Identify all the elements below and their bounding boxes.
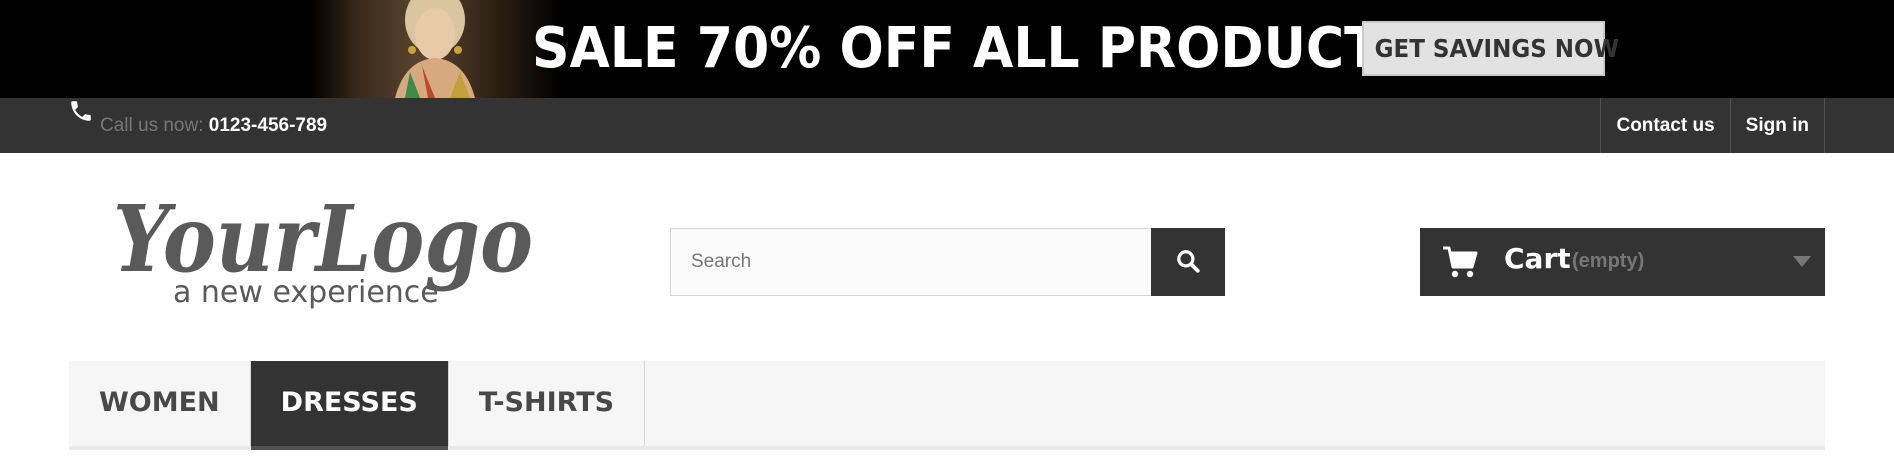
get-savings-label: GET SAVINGS NOW (1374, 34, 1619, 63)
cart-status: (empty) (1572, 250, 1645, 272)
category-menu: WOMEN DRESSES T-SHIRTS (69, 361, 1825, 450)
contact-us-link[interactable]: Contact us (1601, 98, 1731, 153)
banner-model-photo (310, 0, 560, 98)
cart-button[interactable]: Cart (empty) (1420, 228, 1825, 296)
search-button[interactable] (1151, 228, 1225, 296)
sign-in-link[interactable]: Sign in (1731, 98, 1825, 153)
promo-banner[interactable]: SALE 70% OFF ALL PRODUCTS GET SAVINGS NO… (0, 0, 1894, 98)
menu-item-dresses[interactable]: DRESSES (250, 361, 449, 450)
search-form (670, 228, 1225, 296)
menu-item-women[interactable]: WOMEN (69, 361, 251, 446)
phone-number: 0123-456-789 (208, 115, 328, 136)
call-us: Call us now: 0123-456-789 (68, 98, 327, 153)
site-logo[interactable]: YourLogo a new experience (105, 183, 535, 313)
chevron-down-icon (1793, 255, 1811, 273)
shopping-cart-icon (1442, 245, 1478, 284)
top-nav: Contact us Sign in (1600, 98, 1825, 153)
call-us-label: Call us now: (100, 115, 204, 136)
menu-item-t-shirts[interactable]: T-SHIRTS (449, 361, 646, 446)
logo-tagline: a new experience (173, 275, 439, 310)
search-icon (1175, 248, 1201, 277)
cart-label: Cart (1504, 242, 1571, 275)
phone-icon (68, 91, 94, 146)
search-input[interactable] (670, 228, 1151, 296)
get-savings-button[interactable]: GET SAVINGS NOW (1362, 21, 1619, 76)
top-bar: Call us now: 0123-456-789 Contact us Sig… (0, 98, 1894, 153)
banner-headline: SALE 70% OFF ALL PRODUCTS (532, 16, 1418, 81)
